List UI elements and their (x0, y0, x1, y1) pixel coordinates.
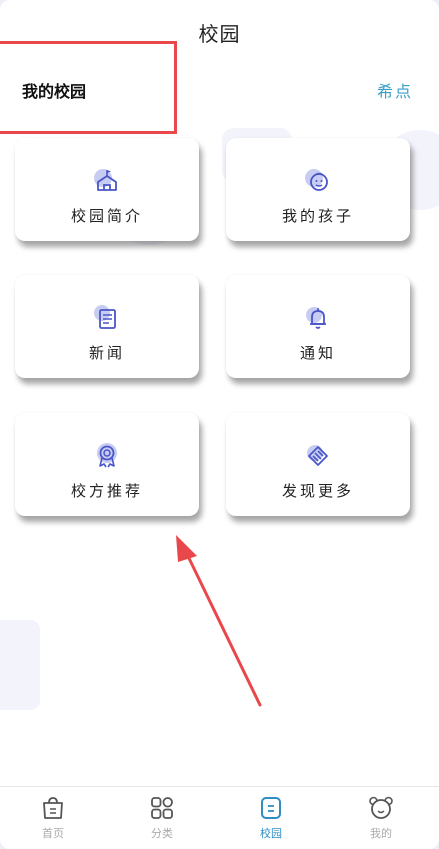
tab-label: 分类 (151, 827, 173, 840)
home-bag-icon (43, 797, 63, 819)
campus-square-icon (261, 797, 281, 819)
annotation-highlight-box (0, 41, 177, 134)
card-news[interactable]: 新闻 (15, 275, 199, 378)
card-label: 校园简介 (70, 207, 143, 225)
tab-campus[interactable]: 校园 (241, 793, 301, 847)
card-label: 新闻 (88, 344, 125, 362)
child-face-icon (305, 169, 328, 191)
card-discover-more[interactable]: 发现更多 (226, 413, 410, 516)
newspaper-icon (94, 305, 116, 329)
section-link[interactable]: 希点 (377, 78, 413, 102)
school-icon (94, 169, 117, 191)
grid-category-icon (151, 797, 173, 819)
tab-category[interactable]: 分类 (132, 793, 192, 847)
diamond-layers-icon (307, 445, 328, 466)
tab-mine[interactable]: 我的 (351, 793, 411, 847)
card-school-intro[interactable]: 校园简介 (15, 138, 199, 241)
card-school-recommend[interactable]: 校方推荐 (15, 413, 199, 516)
phone-screen: 校园 我的校园 希点 校园简介 我的孩子 新闻 通知 校方推荐 发现更多 首页 … (0, 0, 439, 849)
card-label: 发现更多 (281, 482, 354, 500)
bottom-tab-bar: 首页 分类 校园 我的 (0, 786, 439, 849)
decorative-shape (0, 620, 40, 710)
tab-home[interactable]: 首页 (23, 793, 83, 847)
card-my-child[interactable]: 我的孩子 (226, 138, 410, 241)
card-label: 校方推荐 (70, 482, 143, 500)
tab-label: 我的 (370, 827, 392, 840)
award-badge-icon (97, 443, 117, 468)
bear-face-icon (369, 796, 393, 819)
tab-label: 校园 (260, 827, 282, 840)
card-label: 通知 (299, 344, 336, 362)
card-notice[interactable]: 通知 (226, 275, 410, 378)
bell-icon (306, 307, 326, 329)
card-label: 我的孩子 (281, 207, 354, 225)
tab-label: 首页 (42, 827, 64, 840)
